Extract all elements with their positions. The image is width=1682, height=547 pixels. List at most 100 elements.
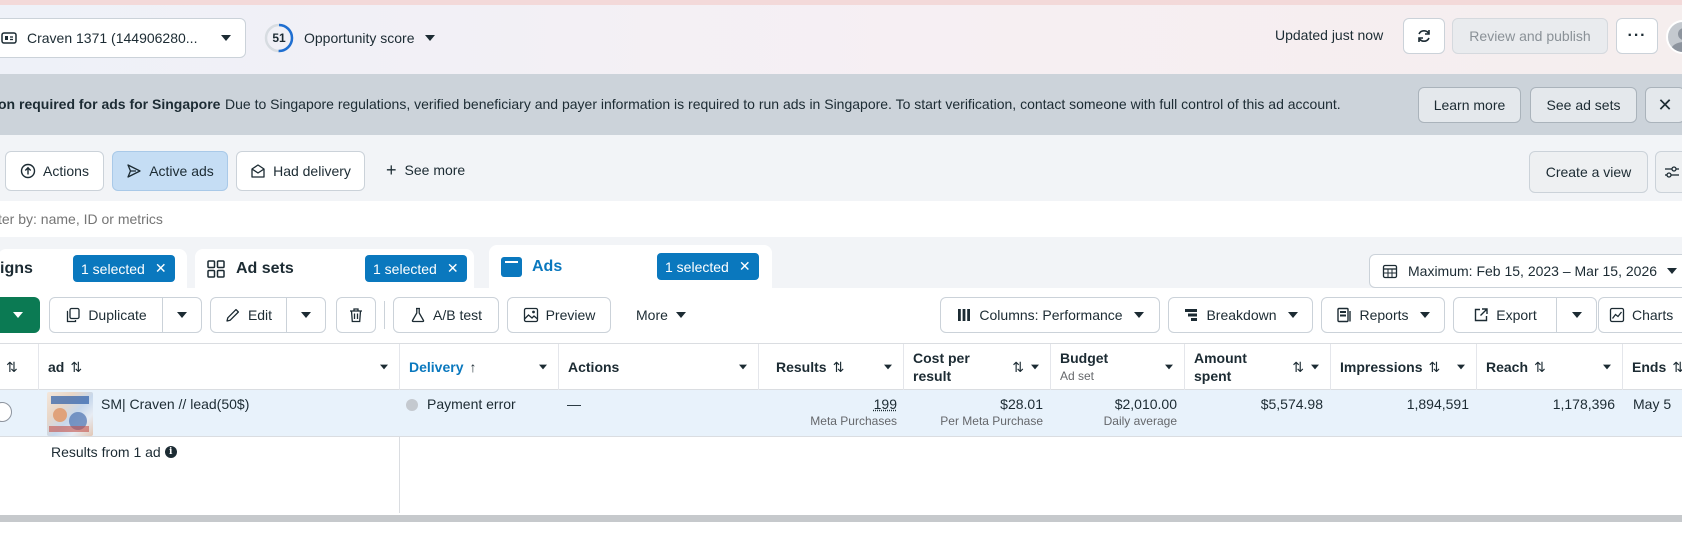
- close-icon[interactable]: ✕: [155, 260, 167, 277]
- column-header-amount-spent[interactable]: Amount spent ⇅: [1185, 344, 1331, 390]
- campaigns-selected-chip[interactable]: 1 selected ✕: [73, 255, 175, 282]
- column-header-reach[interactable]: Reach ⇅: [1477, 344, 1623, 390]
- ends-cell: May 5: [1633, 396, 1671, 412]
- chevron-down-icon: [221, 35, 231, 41]
- ad-sets-selected-chip[interactable]: 1 selected ✕: [365, 255, 467, 282]
- reports-icon: [1336, 307, 1352, 323]
- column-header-ends[interactable]: Ends ⇅: [1623, 344, 1682, 390]
- had-delivery-filter[interactable]: Had delivery: [236, 151, 365, 191]
- column-header-select[interactable]: ⇅: [0, 344, 39, 390]
- duplicate-dropdown[interactable]: [162, 297, 202, 333]
- trash-icon: [348, 307, 364, 323]
- ad-thumbnail: [47, 392, 93, 436]
- duplicate-icon: [65, 307, 81, 323]
- more-menu[interactable]: More: [636, 307, 686, 323]
- date-range-picker[interactable]: Maximum: Feb 15, 2023 – Mar 15, 2026: [1369, 254, 1682, 288]
- chevron-down-icon: [884, 365, 892, 370]
- account-selector[interactable]: Craven 1371 (144906280...: [0, 18, 246, 58]
- send-icon: [126, 163, 142, 179]
- more-options-button[interactable]: ···: [1616, 18, 1658, 54]
- edit-dropdown[interactable]: [286, 297, 326, 333]
- summary-text: Results from 1 ad i: [51, 444, 177, 460]
- ads-selected-chip[interactable]: 1 selected ✕: [657, 253, 759, 280]
- cost-cell: $28.01 Per Meta Purchase: [904, 396, 1043, 428]
- cost-header-text: Cost per result: [913, 349, 970, 385]
- info-icon[interactable]: i: [165, 446, 177, 458]
- plus-icon: +: [386, 163, 397, 177]
- amount-header-text: Amount spent: [1194, 349, 1247, 385]
- impressions-header-label: Impressions: [1340, 359, 1422, 375]
- learn-more-button[interactable]: Learn more: [1418, 87, 1521, 123]
- charts-label: Charts: [1632, 307, 1673, 323]
- toolbar-divider: [384, 301, 385, 329]
- search-input[interactable]: [0, 205, 898, 233]
- create-view-button[interactable]: Create a view: [1529, 151, 1648, 193]
- summary-row: [0, 437, 1682, 513]
- chevron-down-icon: [1457, 365, 1465, 370]
- sort-icon: ⇅: [1292, 358, 1304, 376]
- publish-dropdown-button[interactable]: [0, 297, 40, 333]
- ads-tab-icon: [501, 257, 522, 277]
- columns-button[interactable]: Columns: Performance: [940, 297, 1160, 333]
- chevron-down-icon: [1667, 268, 1677, 274]
- results-value[interactable]: 199: [767, 396, 897, 412]
- column-header-actions[interactable]: Actions: [559, 344, 759, 390]
- column-header-delivery[interactable]: Delivery ↑: [400, 344, 559, 390]
- export-button[interactable]: Export: [1453, 297, 1557, 333]
- score-label: Opportunity score: [304, 30, 415, 46]
- chevron-down-icon: [380, 365, 388, 370]
- results-header-label: Results: [776, 359, 827, 375]
- edit-button[interactable]: Edit: [210, 297, 287, 333]
- chevron-down-icon: [539, 365, 547, 370]
- ad-sets-selected-label: 1 selected: [373, 261, 437, 277]
- chevron-down-icon: [1420, 312, 1430, 318]
- ab-test-button[interactable]: A/B test: [393, 297, 499, 333]
- close-banner-button[interactable]: ✕: [1645, 87, 1682, 123]
- chevron-down-icon: [301, 312, 311, 318]
- budget-value: $2,010.00: [1051, 396, 1177, 412]
- reports-button[interactable]: Reports: [1321, 297, 1445, 333]
- chevron-down-icon: [739, 365, 747, 370]
- active-ads-filter[interactable]: Active ads: [112, 151, 228, 191]
- chevron-down-icon: [1603, 365, 1611, 370]
- cost-sub: Per Meta Purchase: [904, 414, 1043, 428]
- sliders-icon: [1664, 164, 1680, 180]
- ad-name[interactable]: SM| Craven // lead(50$): [101, 396, 249, 412]
- column-header-budget[interactable]: Budget Ad set: [1051, 344, 1185, 390]
- column-header-ad[interactable]: ad ⇅: [39, 344, 400, 390]
- amount-spent-cell: $5,574.98: [1185, 396, 1323, 412]
- duplicate-label: Duplicate: [88, 307, 146, 323]
- actions-filter[interactable]: Actions: [5, 151, 104, 191]
- review-publish-button[interactable]: Review and publish: [1452, 18, 1608, 54]
- close-icon[interactable]: ✕: [447, 260, 459, 277]
- breakdown-label: Breakdown: [1206, 307, 1276, 323]
- filter-settings-button[interactable]: [1655, 151, 1682, 193]
- sort-icon: ⇅: [833, 359, 845, 376]
- export-dropdown[interactable]: [1556, 297, 1597, 333]
- see-ad-sets-button[interactable]: See ad sets: [1530, 87, 1637, 123]
- active-ads-label: Active ads: [149, 163, 214, 179]
- budget-header-text: Budget Ad set: [1060, 349, 1108, 385]
- horizontal-scrollbar[interactable]: [0, 515, 1682, 522]
- actions-value: —: [567, 396, 581, 412]
- column-header-impressions[interactable]: Impressions ⇅: [1331, 344, 1477, 390]
- export-icon: [1473, 307, 1489, 323]
- columns-label: Columns: Performance: [979, 307, 1122, 323]
- column-header-results[interactable]: Results ⇅: [767, 344, 904, 390]
- sort-icon: ⇅: [1672, 359, 1682, 376]
- chevron-down-icon: [1311, 365, 1319, 370]
- refresh-button[interactable]: [1403, 18, 1445, 54]
- delete-button[interactable]: [336, 297, 376, 333]
- chevron-down-icon: [1031, 365, 1039, 370]
- preview-button[interactable]: Preview: [507, 297, 611, 333]
- banner-message: Due to Singapore regulations, verified b…: [225, 96, 1341, 112]
- charts-button[interactable]: Charts: [1598, 297, 1682, 333]
- see-more-filters[interactable]: + See more: [386, 162, 465, 178]
- cost-value: $28.01: [904, 396, 1043, 412]
- column-header-cost-per-result[interactable]: Cost per result ⇅: [904, 344, 1051, 390]
- breakdown-button[interactable]: Breakdown: [1168, 297, 1313, 333]
- opportunity-score[interactable]: 51 Opportunity score: [264, 20, 435, 56]
- chevron-down-icon: [1288, 312, 1298, 318]
- close-icon[interactable]: ✕: [739, 258, 751, 275]
- duplicate-button[interactable]: Duplicate: [49, 297, 163, 333]
